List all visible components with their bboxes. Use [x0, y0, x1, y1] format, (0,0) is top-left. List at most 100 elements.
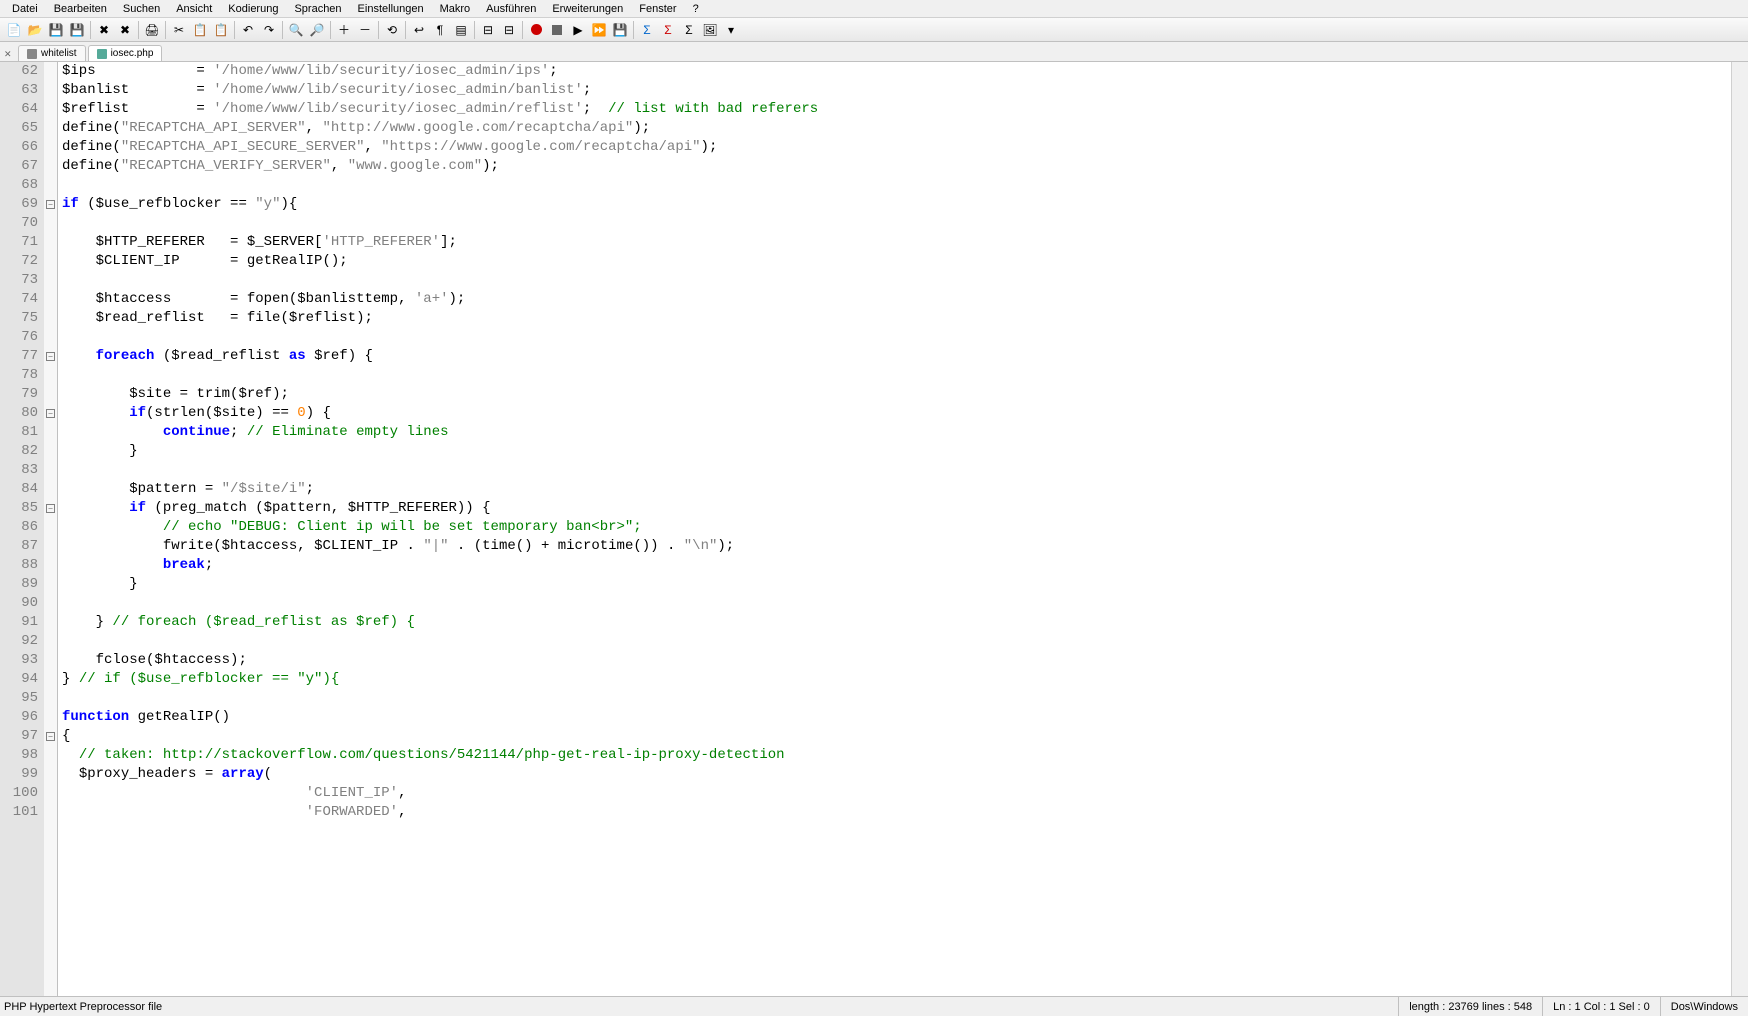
menu-fenster[interactable]: Fenster	[631, 2, 684, 16]
save-button[interactable]: 💾	[46, 20, 66, 40]
menu-ausführen[interactable]: Ausführen	[478, 2, 544, 16]
code-line: function getRealIP()	[62, 708, 1731, 727]
line-number: 83	[0, 461, 44, 480]
print-button[interactable]: 🖨	[142, 20, 162, 40]
find-button[interactable]: 🔍	[286, 20, 306, 40]
code-line: continue; // Eliminate empty lines	[62, 423, 1731, 442]
code-line: $HTTP_REFERER = $_SERVER['HTTP_REFERER']…	[62, 233, 1731, 252]
code-line: if(strlen($site) == 0) {	[62, 404, 1731, 423]
toolbar-separator	[234, 21, 235, 39]
code-line: // taken: http://stackoverflow.com/quest…	[62, 746, 1731, 765]
line-number: 87	[0, 537, 44, 556]
save-all-button[interactable]: 💾	[67, 20, 87, 40]
code-line: fclose($htaccess);	[62, 651, 1731, 670]
play-multi-button[interactable]: ⏩	[589, 20, 609, 40]
fold-row	[44, 803, 57, 822]
status-filetype: PHP Hypertext Preprocessor file	[0, 1001, 1398, 1013]
fold-toggle-icon[interactable]: −	[46, 732, 55, 741]
indent-guide-button[interactable]: ▤	[451, 20, 471, 40]
record-button[interactable]	[526, 20, 546, 40]
code-line: }	[62, 575, 1731, 594]
line-number: 98	[0, 746, 44, 765]
fold-gutter: − − − − −	[44, 62, 58, 996]
toolbar-separator	[474, 21, 475, 39]
play-button[interactable]: ▶	[568, 20, 588, 40]
fold-row	[44, 613, 57, 632]
fold-row	[44, 271, 57, 290]
close-button[interactable]: ✖	[94, 20, 114, 40]
line-number: 94	[0, 670, 44, 689]
sigma-button[interactable]: Σ	[679, 20, 699, 40]
tab-close-all-icon[interactable]: ✕	[4, 49, 16, 61]
zoom-out-button[interactable]: －	[355, 20, 375, 40]
fold-row	[44, 309, 57, 328]
menu-bar: DateiBearbeitenSuchenAnsichtKodierungSpr…	[0, 0, 1748, 18]
save-macro-button[interactable]: 💾	[610, 20, 630, 40]
line-number: 97	[0, 727, 44, 746]
paste-button[interactable]: 📋	[211, 20, 231, 40]
sigma-red-button[interactable]: Σ	[658, 20, 678, 40]
cut-button[interactable]: ✂	[169, 20, 189, 40]
redo-button[interactable]: ↷	[259, 20, 279, 40]
fold-row	[44, 784, 57, 803]
code-line: $proxy_headers = array(	[62, 765, 1731, 784]
menu-datei[interactable]: Datei	[4, 2, 46, 16]
line-number: 73	[0, 271, 44, 290]
fold-row	[44, 461, 57, 480]
menu-makro[interactable]: Makro	[432, 2, 479, 16]
code-line: 'CLIENT_IP',	[62, 784, 1731, 803]
fold-toggle-icon[interactable]: −	[46, 352, 55, 361]
fold-doc-button[interactable]: ⊟	[478, 20, 498, 40]
menu-einstellungen[interactable]: Einstellungen	[350, 2, 432, 16]
line-number: 69	[0, 195, 44, 214]
fold-toggle-icon[interactable]: −	[46, 200, 55, 209]
stop-button[interactable]	[547, 20, 567, 40]
show-all-button[interactable]: ¶	[430, 20, 450, 40]
record-icon	[531, 24, 542, 35]
code-area[interactable]: $ips = '/home/www/lib/security/iosec_adm…	[58, 62, 1731, 996]
sigma-blue-button[interactable]: Σ	[637, 20, 657, 40]
tab-whitelist[interactable]: whitelist	[18, 45, 86, 61]
fold-row	[44, 651, 57, 670]
file-icon	[97, 49, 107, 59]
new-file-button[interactable]: 📄	[4, 20, 24, 40]
tab-label: whitelist	[41, 48, 77, 59]
fold-row	[44, 537, 57, 556]
menu-erweiterungen[interactable]: Erweiterungen	[544, 2, 631, 16]
fold-row	[44, 366, 57, 385]
tab-iosec-php[interactable]: iosec.php	[88, 45, 163, 61]
open-file-button[interactable]: 📂	[25, 20, 45, 40]
line-number: 68	[0, 176, 44, 195]
menu-ansicht[interactable]: Ansicht	[168, 2, 220, 16]
line-number: 82	[0, 442, 44, 461]
fold-row: −	[44, 347, 57, 366]
menu-bearbeiten[interactable]: Bearbeiten	[46, 2, 115, 16]
close-all-button[interactable]: ✖	[115, 20, 135, 40]
status-length-lines: length : 23769 lines : 548	[1398, 997, 1542, 1016]
fold-row	[44, 328, 57, 347]
line-number: 80	[0, 404, 44, 423]
menu-sprachen[interactable]: Sprachen	[286, 2, 349, 16]
replace-button[interactable]: 🔎	[307, 20, 327, 40]
dropdown-button[interactable]: ▾	[721, 20, 741, 40]
copy-button[interactable]: 📋	[190, 20, 210, 40]
vertical-scrollbar[interactable]	[1731, 62, 1748, 996]
menu-?[interactable]: ?	[685, 2, 707, 16]
undo-button[interactable]: ↶	[238, 20, 258, 40]
fold-toggle-icon[interactable]: −	[46, 409, 55, 418]
fold-row	[44, 119, 57, 138]
menu-suchen[interactable]: Suchen	[115, 2, 168, 16]
code-line: } // foreach ($read_reflist as $ref) {	[62, 613, 1731, 632]
fold-row	[44, 442, 57, 461]
fold-level-button[interactable]: ⊟	[499, 20, 519, 40]
sync-button[interactable]: ⟲	[382, 20, 402, 40]
code-line: foreach ($read_reflist as $ref) {	[62, 347, 1731, 366]
line-number: 72	[0, 252, 44, 271]
menu-kodierung[interactable]: Kodierung	[220, 2, 286, 16]
line-number: 85	[0, 499, 44, 518]
image-button[interactable]: 🖼	[700, 20, 720, 40]
fold-toggle-icon[interactable]: −	[46, 504, 55, 513]
code-line: if ($use_refblocker == "y"){	[62, 195, 1731, 214]
zoom-in-button[interactable]: ＋	[334, 20, 354, 40]
wrap-button[interactable]: ↩	[409, 20, 429, 40]
